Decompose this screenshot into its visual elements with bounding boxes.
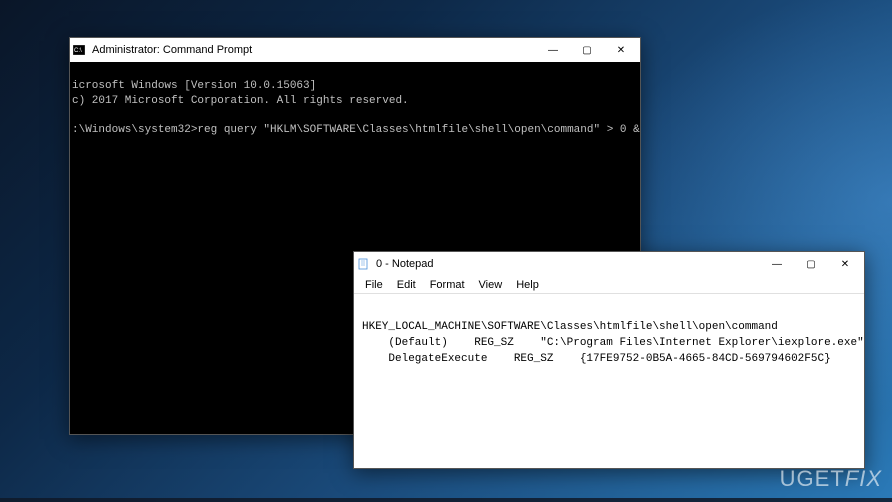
cmd-command-text: reg query "HKLM\SOFTWARE\Classes\htmlfil… <box>197 124 640 136</box>
cmd-prompt-line: :\Windows\system32>reg query "HKLM\SOFTW… <box>72 124 640 136</box>
menu-help[interactable]: Help <box>509 278 546 292</box>
watermark-fix: FIX <box>845 466 882 491</box>
cmd-window-controls: — ▢ ✕ <box>536 39 638 61</box>
cmd-title-text: Administrator: Command Prompt <box>92 44 536 56</box>
taskbar[interactable] <box>0 498 892 502</box>
notepad-menubar: File Edit Format View Help <box>354 276 864 294</box>
watermark-get: GET <box>797 466 845 491</box>
notepad-line-3: DelegateExecute REG_SZ {17FE9752-0B5A-46… <box>362 353 831 365</box>
notepad-titlebar[interactable]: 0 - Notepad — ▢ ✕ <box>354 252 864 276</box>
watermark-u: U <box>780 466 797 491</box>
notepad-title-text: 0 - Notepad <box>376 258 760 270</box>
cmd-prompt-prefix: :\Windows\system32> <box>72 124 197 136</box>
cmd-copyright-line: c) 2017 Microsoft Corporation. All right… <box>72 95 409 107</box>
notepad-window: 0 - Notepad — ▢ ✕ File Edit Format View … <box>353 251 865 469</box>
menu-file[interactable]: File <box>358 278 390 292</box>
cmd-close-button[interactable]: ✕ <box>604 39 638 61</box>
cmd-titlebar[interactable]: C:\ Administrator: Command Prompt — ▢ ✕ <box>70 38 640 62</box>
notepad-icon <box>356 257 370 271</box>
menu-format[interactable]: Format <box>423 278 472 292</box>
notepad-maximize-button[interactable]: ▢ <box>794 253 828 275</box>
notepad-line-2: (Default) REG_SZ "C:\Program Files\Inter… <box>362 337 864 349</box>
notepad-close-button[interactable]: ✕ <box>828 253 862 275</box>
svg-text:C:\: C:\ <box>74 48 82 54</box>
menu-edit[interactable]: Edit <box>390 278 423 292</box>
notepad-window-controls: — ▢ ✕ <box>760 253 862 275</box>
cmd-icon: C:\ <box>72 43 86 57</box>
menu-view[interactable]: View <box>472 278 510 292</box>
cmd-maximize-button[interactable]: ▢ <box>570 39 604 61</box>
cmd-version-line: icrosoft Windows [Version 10.0.15063] <box>72 80 316 92</box>
watermark-logo: UGETFIX <box>780 466 882 492</box>
notepad-text-area[interactable]: HKEY_LOCAL_MACHINE\SOFTWARE\Classes\html… <box>354 294 864 468</box>
notepad-minimize-button[interactable]: — <box>760 253 794 275</box>
cmd-minimize-button[interactable]: — <box>536 39 570 61</box>
notepad-line-1: HKEY_LOCAL_MACHINE\SOFTWARE\Classes\html… <box>362 321 778 333</box>
